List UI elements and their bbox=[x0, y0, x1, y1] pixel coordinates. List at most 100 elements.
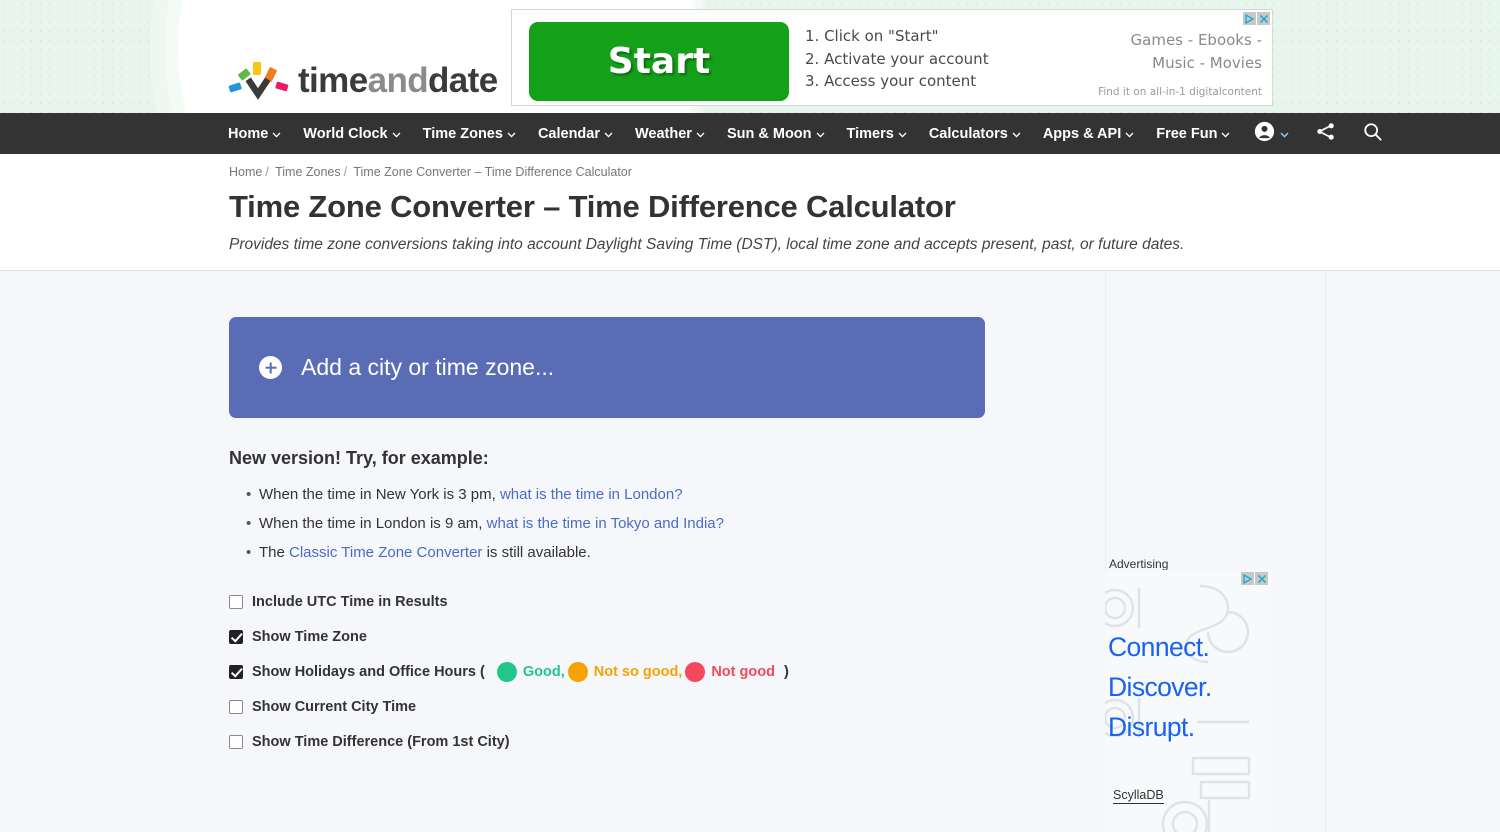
nav-item-world-clock[interactable]: World Clock bbox=[292, 113, 411, 154]
sidebar-ad-line-1: Connect. bbox=[1108, 632, 1210, 662]
option-show-holidays-office-hours[interactable]: Show Holidays and Office Hours ( Good, N… bbox=[229, 654, 985, 689]
checkbox-include-utc[interactable] bbox=[229, 594, 243, 609]
checkbox-show-time-zone[interactable] bbox=[229, 629, 243, 644]
chevron-down-icon bbox=[507, 126, 516, 142]
example-item-3: The Classic Time Zone Converter is still… bbox=[229, 538, 985, 567]
option-suffix: ) bbox=[783, 663, 789, 680]
checkbox-show-holidays[interactable] bbox=[229, 664, 243, 679]
option-label: Show Time Difference (From 1st City) bbox=[252, 733, 510, 750]
nav-items-group: Home World Clock Time Zones Calendar Wea… bbox=[222, 113, 1396, 154]
nav-item-free-fun[interactable]: Free Fun bbox=[1145, 113, 1241, 154]
breadcrumb-item-time-zones[interactable]: Time Zones bbox=[275, 165, 341, 179]
chevron-down-icon bbox=[1125, 126, 1134, 142]
legend-label-not-so-good: Not so good, bbox=[593, 663, 683, 680]
examples-list: When the time in New York is 3 pm, what … bbox=[229, 480, 985, 567]
legend-dot-not-so-good bbox=[567, 661, 588, 682]
nav-item-sun-and-moon[interactable]: Sun & Moon bbox=[716, 113, 836, 154]
example-3-suffix: is still available. bbox=[482, 544, 591, 561]
chevron-down-icon bbox=[392, 126, 401, 142]
nav-item-timers[interactable]: Timers bbox=[836, 113, 918, 154]
page-title: Time Zone Converter – Time Difference Ca… bbox=[229, 189, 956, 224]
nav-label: Weather bbox=[635, 125, 692, 142]
nav-label: Calendar bbox=[537, 125, 600, 142]
add-city-button[interactable]: Add a city or time zone... bbox=[229, 317, 985, 418]
examples-heading: New version! Try, for example: bbox=[229, 448, 489, 468]
top-ad-adchoices[interactable] bbox=[1243, 12, 1270, 25]
adchoices-icon[interactable] bbox=[1241, 572, 1254, 585]
option-label: Show Time Zone bbox=[252, 628, 367, 645]
adchoices-icon[interactable] bbox=[1243, 12, 1256, 25]
ad-start-button[interactable]: Start bbox=[529, 22, 789, 101]
nav-label: Time Zones bbox=[422, 125, 503, 142]
option-include-utc[interactable]: Include UTC Time in Results bbox=[229, 584, 985, 619]
share-button[interactable] bbox=[1302, 113, 1349, 154]
plus-circle-icon bbox=[259, 356, 282, 379]
legend-label-not-good: Not good bbox=[711, 663, 775, 680]
checkbox-show-current-city-time[interactable] bbox=[229, 699, 243, 714]
chevron-down-icon bbox=[1012, 126, 1021, 142]
account-menu[interactable] bbox=[1241, 113, 1302, 154]
example-2-prefix: When the time in London is 9 am, bbox=[259, 515, 487, 532]
search-icon bbox=[1362, 121, 1383, 147]
account-icon bbox=[1254, 121, 1275, 147]
ad-step-1: 1. Click on "Start" bbox=[805, 27, 939, 45]
converter-panel: Add a city or time zone... New version! … bbox=[229, 317, 985, 759]
option-show-time-zone[interactable]: Show Time Zone bbox=[229, 619, 985, 654]
top-banner-ad[interactable]: Start 1. Click on "Start" 2. Activate yo… bbox=[511, 9, 1273, 106]
option-show-current-city-time[interactable]: Show Current City Time bbox=[229, 689, 985, 724]
page-subtitle: Provides time zone conversions taking in… bbox=[229, 236, 1185, 253]
legend-dot-good bbox=[496, 661, 517, 682]
chevron-down-icon bbox=[816, 126, 825, 142]
ad-step-2: 2. Activate your account bbox=[805, 49, 989, 68]
logo-part-date: date bbox=[428, 60, 498, 100]
advertising-label: Advertising bbox=[1109, 557, 1169, 571]
nav-item-apps-and-api[interactable]: Apps & API bbox=[1032, 113, 1145, 154]
add-city-label: Add a city or time zone... bbox=[301, 354, 555, 380]
sidebar-ad-line-3: Disrupt. bbox=[1108, 712, 1195, 742]
chevron-down-icon bbox=[1280, 125, 1289, 143]
page-header-block: Home / Time Zones / Time Zone Converter – … bbox=[0, 154, 1500, 271]
chevron-down-icon bbox=[898, 126, 907, 142]
main-content: Add a city or time zone... New version! … bbox=[0, 271, 1500, 832]
nav-label: Timers bbox=[846, 125, 894, 142]
example-2-link[interactable]: what is the time in Tokyo and India? bbox=[487, 515, 724, 532]
main-navigation: Home World Clock Time Zones Calendar Wea… bbox=[0, 113, 1500, 154]
breadcrumb-item-home[interactable]: Home bbox=[229, 165, 262, 179]
ad-footer-text: Find it on all-in-1 digitalcontent bbox=[1098, 86, 1262, 98]
breadcrumb-separator: / bbox=[265, 165, 269, 179]
example-3-link[interactable]: Classic Time Zone Converter bbox=[289, 544, 482, 561]
chevron-down-icon bbox=[1221, 126, 1230, 142]
ad-steps-list: 1. Click on "Start" 2. Activate your acc… bbox=[805, 25, 989, 93]
nav-item-time-zones[interactable]: Time Zones bbox=[412, 113, 527, 154]
options-group: Include UTC Time in Results Show Time Zo… bbox=[229, 584, 985, 759]
ad-category-line-1: Games - Ebooks - bbox=[1130, 31, 1262, 49]
legend-label-good: Good, bbox=[522, 663, 565, 680]
chevron-down-icon bbox=[696, 126, 705, 142]
option-show-time-difference[interactable]: Show Time Difference (From 1st City) bbox=[229, 724, 985, 759]
example-1-prefix: When the time in New York is 3 pm, bbox=[259, 486, 500, 503]
close-icon[interactable] bbox=[1257, 12, 1270, 25]
nav-item-home[interactable]: Home bbox=[222, 113, 292, 154]
site-header: timeanddate Start 1. Click on "Start" 2.… bbox=[0, 0, 1500, 113]
nav-item-weather[interactable]: Weather bbox=[624, 113, 716, 154]
example-item-2: When the time in London is 9 am, what is… bbox=[229, 509, 985, 538]
example-1-link[interactable]: what is the time in London? bbox=[500, 486, 683, 503]
legend-dot-not-good bbox=[685, 661, 706, 682]
sidebar-ad[interactable]: Connect. Discover. Disrupt. ScyllaDB bbox=[1105, 570, 1271, 832]
ad-categories: Games - Ebooks - Music - Movies bbox=[1131, 29, 1262, 75]
sidebar-ad-sponsor[interactable]: ScyllaDB bbox=[1113, 788, 1164, 804]
site-logo[interactable]: timeanddate bbox=[228, 58, 498, 102]
logo-part-and: and bbox=[367, 60, 429, 100]
nav-item-calendar[interactable]: Calendar bbox=[527, 113, 624, 154]
nav-item-calculators[interactable]: Calculators bbox=[918, 113, 1032, 154]
nav-label: Sun & Moon bbox=[726, 125, 812, 142]
close-icon[interactable] bbox=[1255, 572, 1268, 585]
checkbox-show-time-difference[interactable] bbox=[229, 734, 243, 749]
logo-wordmark: timeanddate bbox=[298, 63, 498, 98]
nav-label: Calculators bbox=[928, 125, 1008, 142]
logo-part-time: time bbox=[298, 60, 368, 100]
sidebar-ad-adchoices[interactable] bbox=[1241, 572, 1268, 585]
sidebar-ad-headline: Connect. Discover. Disrupt. bbox=[1108, 627, 1212, 747]
share-icon bbox=[1315, 121, 1336, 147]
search-button[interactable] bbox=[1349, 113, 1396, 154]
